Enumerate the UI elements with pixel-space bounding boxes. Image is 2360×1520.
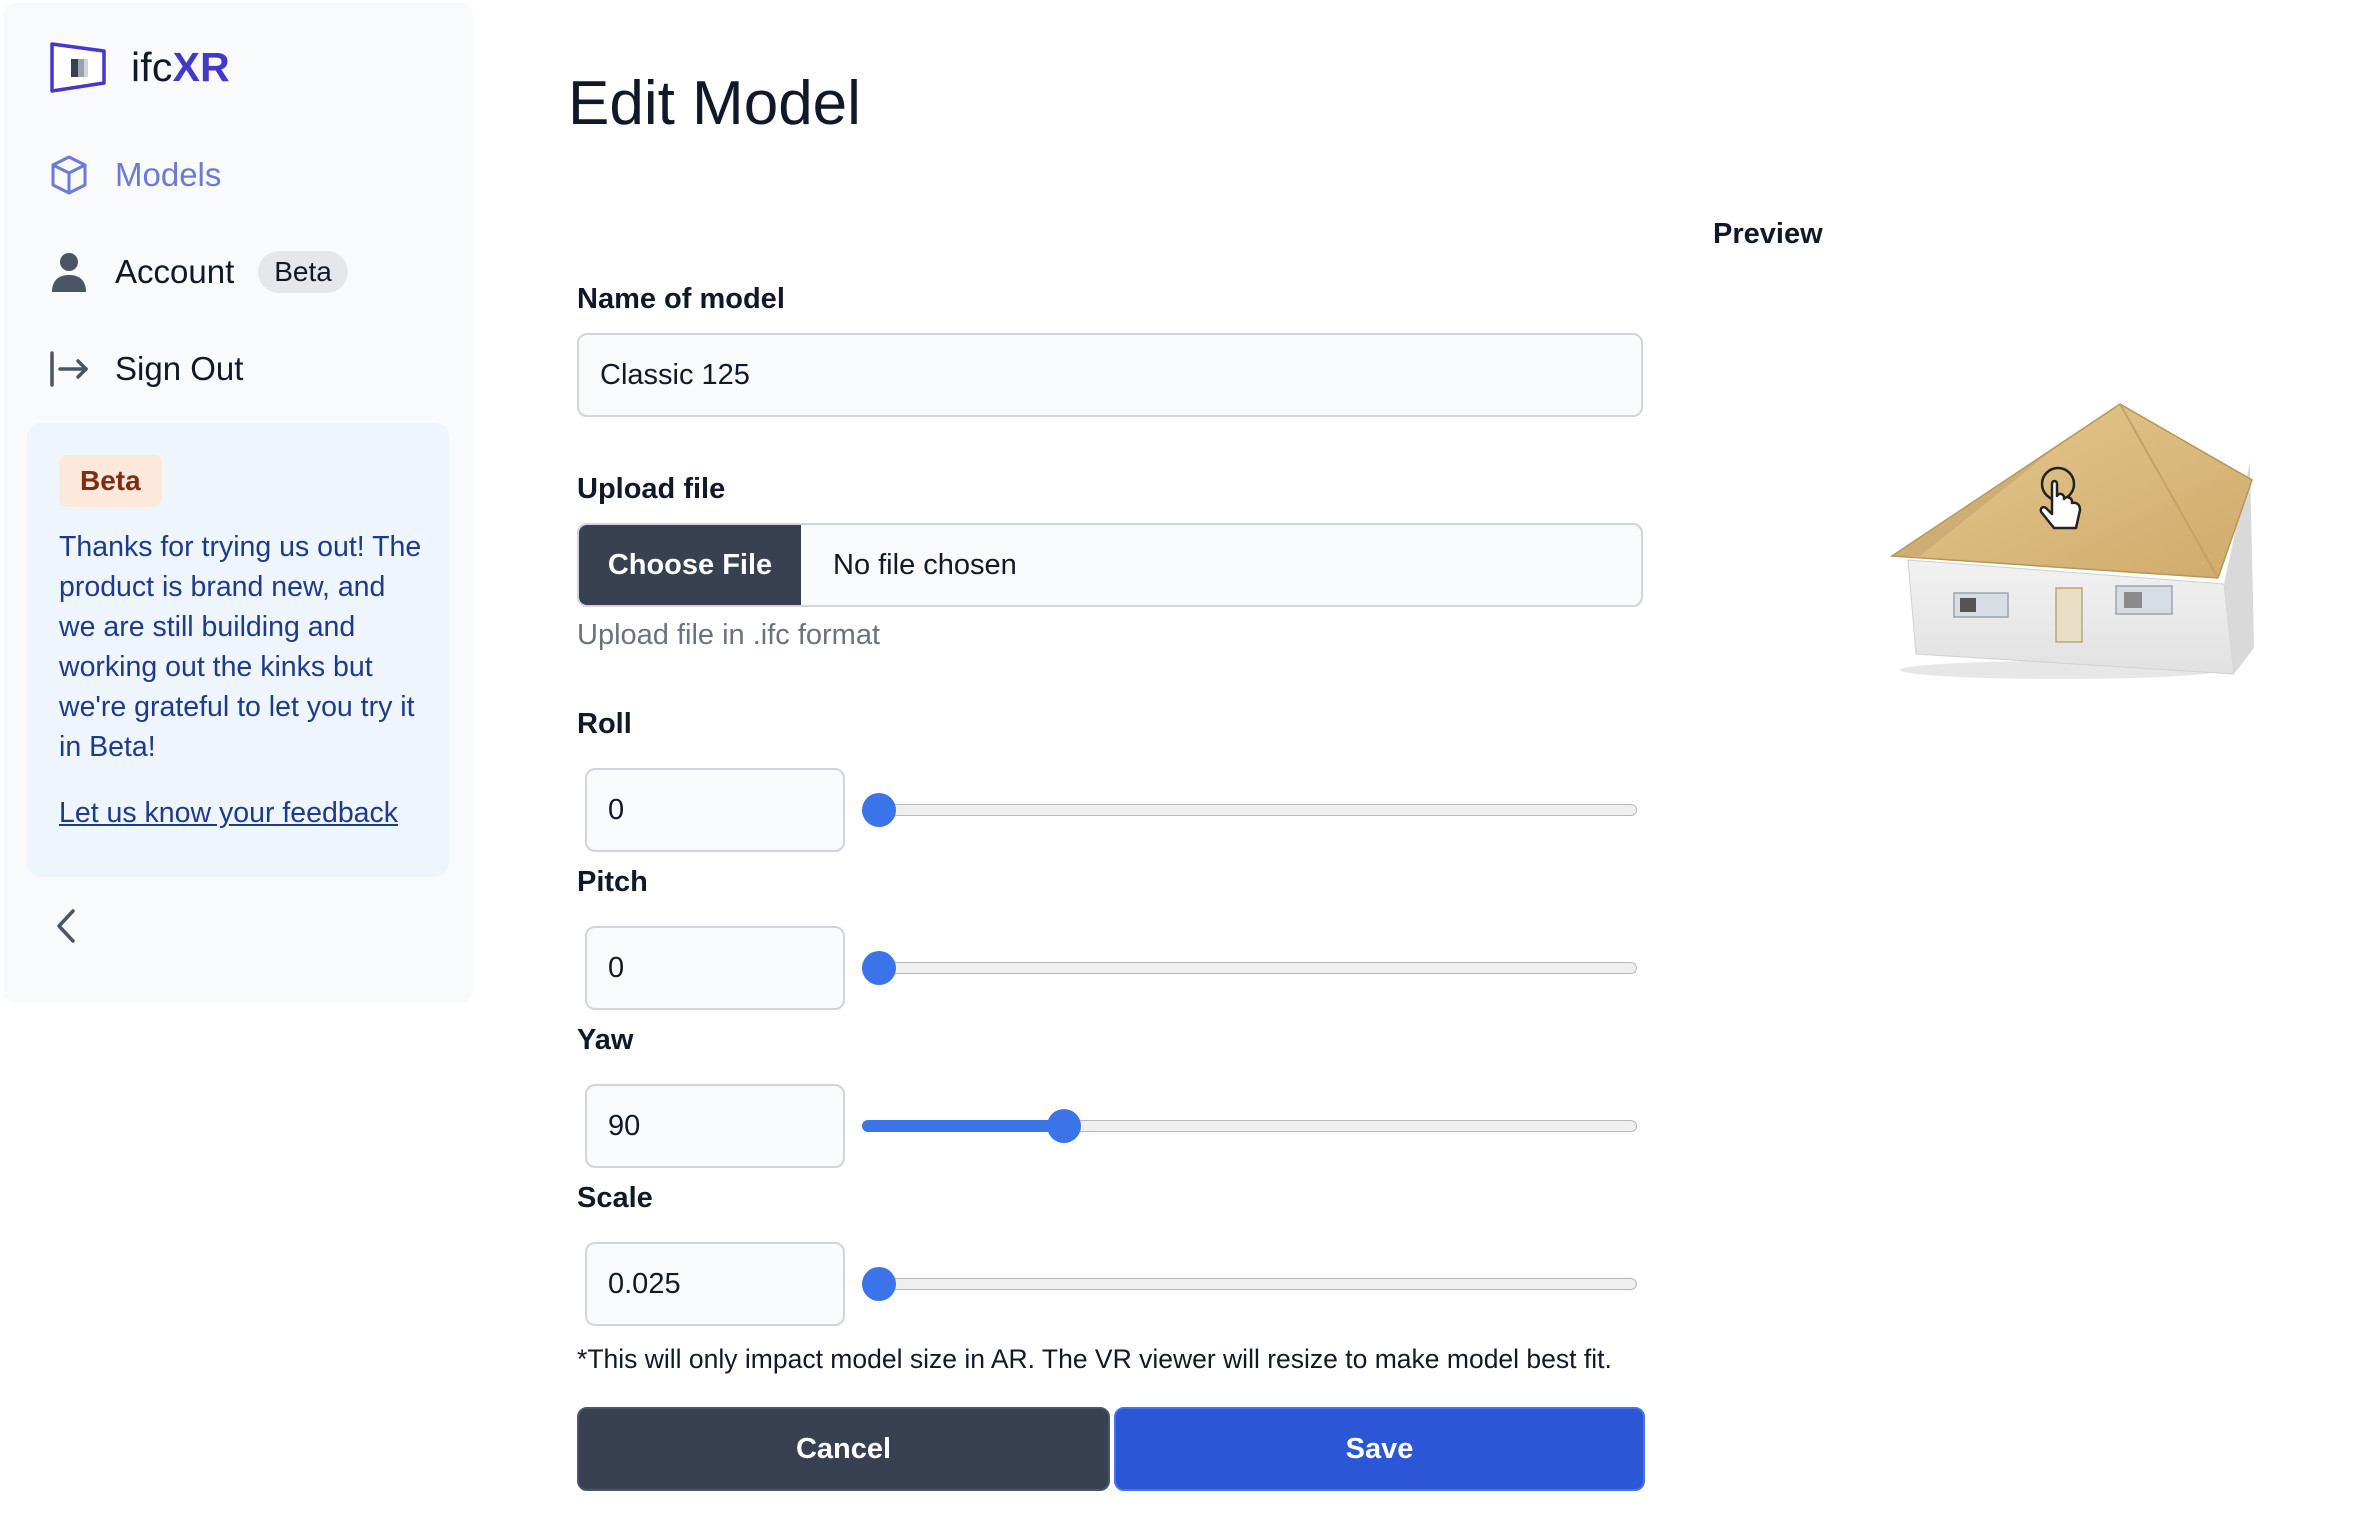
- slider-track: [862, 1278, 1637, 1290]
- chevron-left-icon: [57, 909, 75, 943]
- sidebar-item-label: Sign Out: [115, 350, 244, 387]
- slider-fill: [862, 1120, 1065, 1132]
- roll-label: Roll: [577, 708, 632, 740]
- yaw-slider[interactable]: [862, 1108, 1637, 1144]
- beta-badge: Beta: [258, 251, 348, 293]
- pitch-slider[interactable]: [862, 950, 1637, 986]
- preview-label: Preview: [1713, 218, 1823, 250]
- sign-out-icon: [47, 347, 91, 391]
- slider-track: [862, 962, 1637, 974]
- collapse-sidebar-button[interactable]: [47, 903, 87, 949]
- scale-input[interactable]: [585, 1242, 845, 1326]
- model-preview-viewer[interactable]: [1880, 388, 2260, 688]
- scale-label: Scale: [577, 1182, 653, 1214]
- sidebar-item-account[interactable]: Account Beta: [47, 250, 348, 294]
- file-upload-input[interactable]: Choose File No file chosen: [577, 523, 1643, 607]
- beta-tag: Beta: [59, 455, 162, 507]
- logo[interactable]: ifcXR: [49, 39, 230, 95]
- slider-thumb[interactable]: [862, 793, 896, 827]
- model-name-label: Name of model: [577, 283, 785, 315]
- house-model-icon: [1889, 403, 2254, 679]
- sidebar-item-sign-out[interactable]: Sign Out: [47, 347, 243, 391]
- upload-help-text: Upload file in .ifc format: [577, 619, 881, 651]
- roll-input[interactable]: [585, 768, 845, 852]
- pitch-label: Pitch: [577, 866, 648, 898]
- model-name-input[interactable]: [577, 333, 1643, 417]
- scale-slider[interactable]: [862, 1266, 1637, 1302]
- roll-slider[interactable]: [862, 792, 1637, 828]
- user-icon: [47, 250, 91, 294]
- scale-note: *This will only impact model size in AR.…: [577, 1344, 1612, 1374]
- slider-thumb[interactable]: [862, 1267, 896, 1301]
- logo-icon: [50, 42, 106, 93]
- yaw-label: Yaw: [577, 1024, 634, 1056]
- beta-notice-card: Beta Thanks for trying us out! The produ…: [27, 423, 449, 877]
- slider-track: [862, 804, 1637, 816]
- sidebar-item-label: Account: [115, 253, 235, 290]
- yaw-input[interactable]: [585, 1084, 845, 1168]
- beta-message: Thanks for trying us out! The product is…: [59, 531, 422, 763]
- file-status: No file chosen: [833, 548, 1017, 581]
- pitch-input[interactable]: [585, 926, 845, 1010]
- logo-text: ifcXR: [131, 43, 230, 90]
- upload-file-label: Upload file: [577, 473, 726, 505]
- feedback-link[interactable]: Let us know your feedback: [59, 797, 398, 830]
- cube-icon: [47, 153, 91, 197]
- page-title: Edit Model: [568, 69, 861, 138]
- slider-thumb[interactable]: [862, 951, 896, 985]
- cancel-button[interactable]: Cancel: [577, 1407, 1110, 1491]
- sidebar: ifcXR Models Account Beta Sign Out Beta …: [3, 3, 473, 1003]
- sidebar-item-label: Models: [115, 156, 222, 193]
- choose-file-button[interactable]: Choose File: [579, 525, 801, 605]
- save-button[interactable]: Save: [1114, 1407, 1645, 1491]
- slider-thumb[interactable]: [1047, 1109, 1082, 1143]
- sidebar-item-models[interactable]: Models: [47, 153, 221, 197]
